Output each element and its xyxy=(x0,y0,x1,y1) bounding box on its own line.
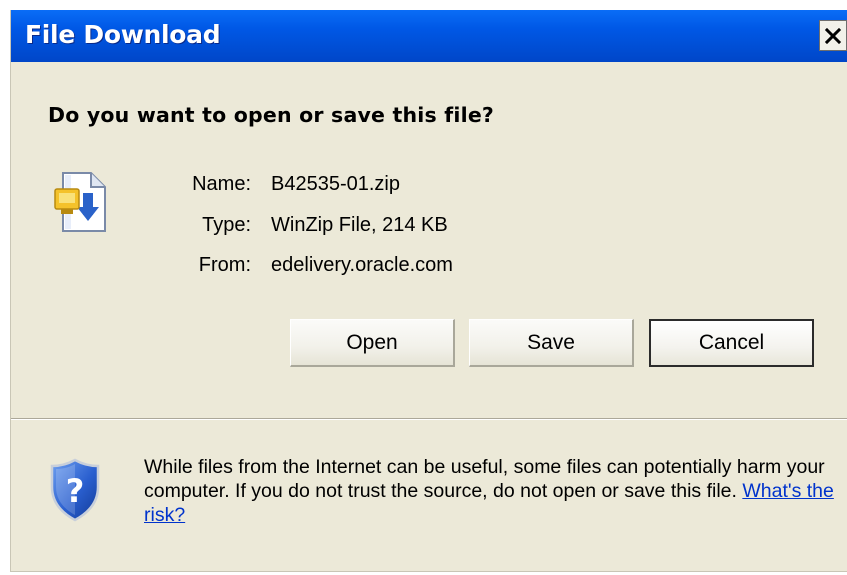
save-button[interactable]: Save xyxy=(469,319,634,367)
file-name-value: B42535-01.zip xyxy=(271,173,400,195)
file-source-value: edelivery.oracle.com xyxy=(271,254,453,276)
window-title: File Download xyxy=(25,20,221,49)
dialog-question: Do you want to open or save this file? xyxy=(48,103,495,127)
name-label: Name: xyxy=(192,173,251,195)
security-warning: While files from the Internet can be use… xyxy=(144,455,834,527)
security-warning-text: While files from the Internet can be use… xyxy=(144,456,825,502)
file-download-dialog: File Download Do you want to open or sav… xyxy=(10,10,847,572)
svg-text:?: ? xyxy=(66,472,85,510)
winzip-file-icon xyxy=(49,167,113,237)
title-bar[interactable]: File Download xyxy=(11,10,847,62)
file-type-value: WinZip File, 214 KB xyxy=(271,214,448,236)
open-button[interactable]: Open xyxy=(290,319,455,367)
security-shield-icon: ? xyxy=(48,457,102,523)
close-button[interactable] xyxy=(819,20,847,51)
type-label: Type: xyxy=(202,214,251,236)
cancel-button[interactable]: Cancel xyxy=(649,319,814,367)
from-label: From: xyxy=(198,254,251,276)
close-icon xyxy=(825,27,841,44)
section-divider xyxy=(11,418,847,420)
